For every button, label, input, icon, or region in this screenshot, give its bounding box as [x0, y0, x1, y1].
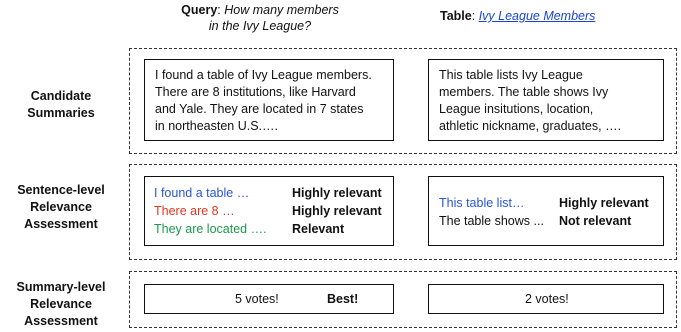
summary-card-right: This table lists Ivy League members. The…	[428, 59, 664, 141]
query-text-line2: in the Ivy League?	[208, 19, 312, 33]
query-label: Query	[181, 3, 218, 17]
row-label-summary: Summary-level Relevance Assessment	[16, 280, 106, 328]
relevance-label: Highly relevant	[292, 186, 382, 200]
sentence-text: There are 8 …	[154, 204, 235, 218]
sentence-text: They are located ….	[154, 222, 267, 236]
table-link[interactable]: Ivy League Members	[479, 9, 596, 23]
relevance-label: Not relevant	[559, 214, 632, 228]
relevance-label: Relevant	[292, 222, 345, 236]
sentence-card-left: I found a table … Highly relevant There …	[144, 176, 394, 246]
row-label-candidate: Candidate Summaries	[27, 89, 95, 120]
sentence-text: The table shows ...	[439, 214, 544, 228]
vote-count: 2 votes!	[525, 292, 569, 306]
relevance-label: Highly relevant	[292, 204, 382, 218]
sentence-text: This table list…	[439, 196, 525, 210]
summary-card-left: I found a table of Ivy League members. T…	[144, 59, 394, 141]
table-header: Table: Ivy League Members	[440, 9, 596, 23]
sentence-text: I found a table …	[154, 186, 250, 200]
vote-count: 5 votes!	[235, 292, 279, 306]
best-badge: Best!	[327, 292, 359, 306]
vote-card-right: 2 votes!	[428, 284, 664, 314]
sentence-card-right: This table list… Highly relevant The tab…	[428, 176, 664, 246]
relevance-label: Highly relevant	[559, 196, 649, 210]
query-text-line1: How many members	[224, 3, 339, 17]
query-header: Query: How many members in the Ivy Leagu…	[181, 3, 339, 33]
vote-card-left: 5 votes! Best!	[144, 284, 394, 314]
row-label-sentence: Sentence-level Relevance Assessment	[17, 183, 105, 231]
table-label: Table	[440, 9, 472, 23]
